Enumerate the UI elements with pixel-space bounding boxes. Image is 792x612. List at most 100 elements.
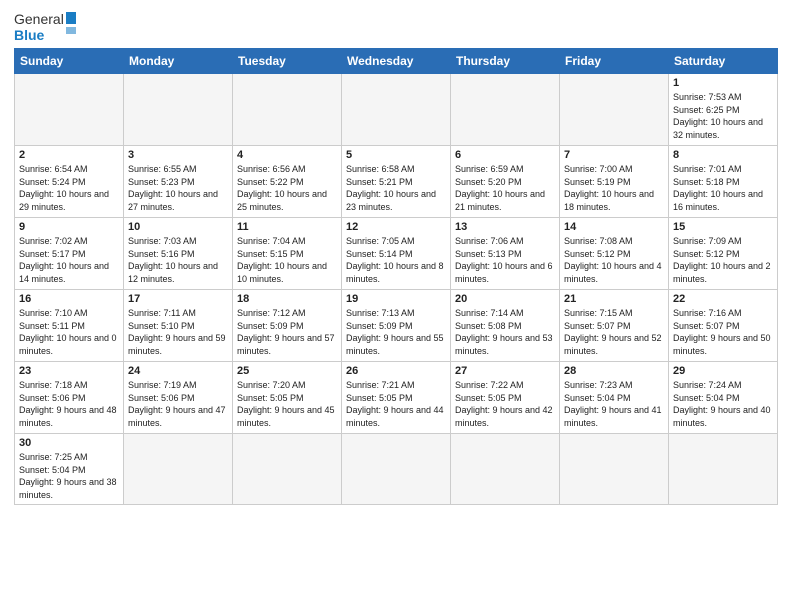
day-number: 26 [346,365,446,377]
day-number: 10 [128,221,228,233]
week-row-1: 2 Sunrise: 6:54 AM Sunset: 5:24 PM Daylig… [15,146,778,218]
calendar-cell [124,74,233,146]
weekday-header-saturday: Saturday [669,49,778,74]
day-info: Sunrise: 7:18 AM Sunset: 5:06 PM Dayligh… [19,379,119,429]
day-number: 23 [19,365,119,377]
calendar-cell: 20Sunrise: 7:14 AM Sunset: 5:08 PM Dayli… [451,290,560,362]
day-number: 15 [673,221,773,233]
day-number: 7 [564,149,664,161]
calendar: SundayMondayTuesdayWednesdayThursdayFrid… [14,48,778,505]
day-number: 14 [564,221,664,233]
week-row-3: 16Sunrise: 7:10 AM Sunset: 5:11 PM Dayli… [15,290,778,362]
day-info: Sunrise: 7:01 AM Sunset: 5:18 PM Dayligh… [673,163,773,213]
week-row-0: 1 Sunrise: 7:53 AM Sunset: 6:25 PM Daylig… [15,74,778,146]
calendar-cell [669,434,778,505]
day-number: 27 [455,365,555,377]
day-number: 3 [128,149,228,161]
day-number: 25 [237,365,337,377]
day-number: 16 [19,293,119,305]
day-number: 1 [673,77,773,89]
weekday-header-wednesday: Wednesday [342,49,451,74]
day-number: 19 [346,293,446,305]
calendar-cell: 26Sunrise: 7:21 AM Sunset: 5:05 PM Dayli… [342,362,451,434]
calendar-cell [15,74,124,146]
calendar-cell [560,434,669,505]
day-info: Sunrise: 7:13 AM Sunset: 5:09 PM Dayligh… [346,307,446,357]
day-number: 24 [128,365,228,377]
day-info: Sunrise: 7:09 AM Sunset: 5:12 PM Dayligh… [673,235,773,285]
week-row-2: 9 Sunrise: 7:02 AM Sunset: 5:17 PM Daylig… [15,218,778,290]
calendar-cell [560,74,669,146]
calendar-cell: 11 Sunrise: 7:04 AM Sunset: 5:15 PM Dayli… [233,218,342,290]
day-info: Sunrise: 7:25 AM Sunset: 5:04 PM Dayligh… [19,451,119,501]
calendar-cell: 13 Sunrise: 7:06 AM Sunset: 5:13 PM Dayli… [451,218,560,290]
day-info: Sunrise: 7:22 AM Sunset: 5:05 PM Dayligh… [455,379,555,429]
day-info: Sunrise: 7:20 AM Sunset: 5:05 PM Dayligh… [237,379,337,429]
day-info: Sunrise: 7:16 AM Sunset: 5:07 PM Dayligh… [673,307,773,357]
day-info: Sunrise: 7:08 AM Sunset: 5:12 PM Dayligh… [564,235,664,285]
calendar-cell: 17Sunrise: 7:11 AM Sunset: 5:10 PM Dayli… [124,290,233,362]
calendar-cell: 15 Sunrise: 7:09 AM Sunset: 5:12 PM Dayli… [669,218,778,290]
day-info: Sunrise: 6:59 AM Sunset: 5:20 PM Dayligh… [455,163,555,213]
calendar-cell: 2 Sunrise: 6:54 AM Sunset: 5:24 PM Daylig… [15,146,124,218]
svg-text:Blue: Blue [14,27,45,43]
weekday-header-monday: Monday [124,49,233,74]
day-number: 6 [455,149,555,161]
calendar-cell [342,434,451,505]
calendar-cell: 28 Sunrise: 7:23 AM Sunset: 5:04 PM Dayli… [560,362,669,434]
week-row-4: 23 Sunrise: 7:18 AM Sunset: 5:06 PM Dayli… [15,362,778,434]
calendar-cell: 29Sunrise: 7:24 AM Sunset: 5:04 PM Dayli… [669,362,778,434]
weekday-header-tuesday: Tuesday [233,49,342,74]
calendar-cell: 23 Sunrise: 7:18 AM Sunset: 5:06 PM Dayli… [15,362,124,434]
svg-text:General: General [14,11,64,27]
calendar-cell: 14 Sunrise: 7:08 AM Sunset: 5:12 PM Dayli… [560,218,669,290]
calendar-cell: 21Sunrise: 7:15 AM Sunset: 5:07 PM Dayli… [560,290,669,362]
day-number: 21 [564,293,664,305]
day-info: Sunrise: 6:56 AM Sunset: 5:22 PM Dayligh… [237,163,337,213]
day-info: Sunrise: 6:58 AM Sunset: 5:21 PM Dayligh… [346,163,446,213]
day-info: Sunrise: 6:54 AM Sunset: 5:24 PM Dayligh… [19,163,119,213]
day-number: 13 [455,221,555,233]
header: General Blue [14,10,778,44]
weekday-header-row: SundayMondayTuesdayWednesdayThursdayFrid… [15,49,778,74]
calendar-cell: 24 Sunrise: 7:19 AM Sunset: 5:06 PM Dayli… [124,362,233,434]
calendar-cell: 12Sunrise: 7:05 AM Sunset: 5:14 PM Dayli… [342,218,451,290]
calendar-cell [342,74,451,146]
calendar-cell: 7 Sunrise: 7:00 AM Sunset: 5:19 PM Daylig… [560,146,669,218]
calendar-cell: 4 Sunrise: 6:56 AM Sunset: 5:22 PM Daylig… [233,146,342,218]
day-info: Sunrise: 7:02 AM Sunset: 5:17 PM Dayligh… [19,235,119,285]
day-info: Sunrise: 7:23 AM Sunset: 5:04 PM Dayligh… [564,379,664,429]
day-number: 2 [19,149,119,161]
day-info: Sunrise: 7:53 AM Sunset: 6:25 PM Dayligh… [673,91,773,141]
calendar-cell [451,434,560,505]
calendar-cell [233,74,342,146]
day-info: Sunrise: 7:12 AM Sunset: 5:09 PM Dayligh… [237,307,337,357]
week-row-5: 30Sunrise: 7:25 AM Sunset: 5:04 PM Dayli… [15,434,778,505]
calendar-cell: 10 Sunrise: 7:03 AM Sunset: 5:16 PM Dayli… [124,218,233,290]
day-number: 4 [237,149,337,161]
day-info: Sunrise: 7:04 AM Sunset: 5:15 PM Dayligh… [237,235,337,285]
calendar-cell: 3 Sunrise: 6:55 AM Sunset: 5:23 PM Daylig… [124,146,233,218]
day-info: Sunrise: 7:19 AM Sunset: 5:06 PM Dayligh… [128,379,228,429]
logo: General Blue [14,10,76,44]
calendar-cell: 8 Sunrise: 7:01 AM Sunset: 5:18 PM Daylig… [669,146,778,218]
day-number: 20 [455,293,555,305]
day-number: 28 [564,365,664,377]
calendar-cell: 19 Sunrise: 7:13 AM Sunset: 5:09 PM Dayli… [342,290,451,362]
day-number: 9 [19,221,119,233]
weekday-header-sunday: Sunday [15,49,124,74]
day-number: 12 [346,221,446,233]
day-info: Sunrise: 7:00 AM Sunset: 5:19 PM Dayligh… [564,163,664,213]
day-number: 8 [673,149,773,161]
weekday-header-thursday: Thursday [451,49,560,74]
day-info: Sunrise: 7:03 AM Sunset: 5:16 PM Dayligh… [128,235,228,285]
day-number: 5 [346,149,446,161]
day-info: Sunrise: 6:55 AM Sunset: 5:23 PM Dayligh… [128,163,228,213]
weekday-header-friday: Friday [560,49,669,74]
calendar-cell: 22Sunrise: 7:16 AM Sunset: 5:07 PM Dayli… [669,290,778,362]
day-info: Sunrise: 7:06 AM Sunset: 5:13 PM Dayligh… [455,235,555,285]
calendar-cell [124,434,233,505]
calendar-cell: 18Sunrise: 7:12 AM Sunset: 5:09 PM Dayli… [233,290,342,362]
day-number: 11 [237,221,337,233]
calendar-cell: 30Sunrise: 7:25 AM Sunset: 5:04 PM Dayli… [15,434,124,505]
